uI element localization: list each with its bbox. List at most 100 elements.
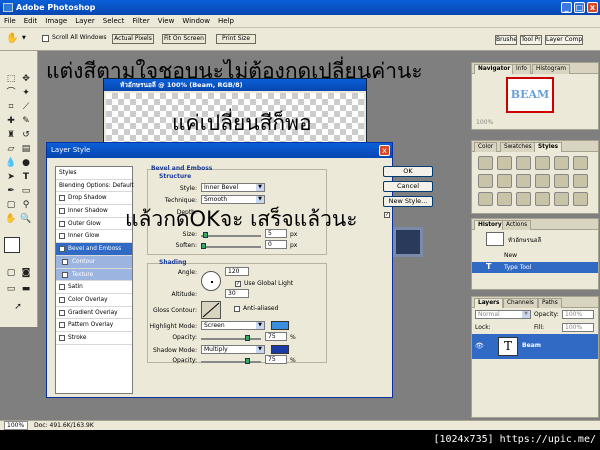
style-swatch[interactable] (535, 192, 550, 206)
checkbox[interactable] (59, 233, 65, 240)
soften-slider[interactable] (201, 243, 261, 249)
navigator-thumbnail[interactable]: BEAM (506, 77, 554, 113)
style-item-bevel-emboss[interactable]: ✓ Bevel and Emboss (56, 243, 132, 256)
cancel-button[interactable]: Cancel (383, 181, 433, 192)
style-swatch[interactable] (516, 156, 531, 170)
style-item-gradient-overlay[interactable]: Gradient Overlay (56, 307, 132, 320)
style-swatch[interactable] (535, 174, 550, 188)
layer-row-beam[interactable]: 👁 T Beam (472, 334, 598, 359)
quickmask-mode-icon[interactable]: ◙ (19, 267, 33, 279)
fit-on-screen-button[interactable]: Fit On Screen (162, 34, 206, 44)
style-swatch[interactable] (497, 156, 512, 170)
tab-layers[interactable]: Layers (474, 298, 504, 308)
style-item-pattern-overlay[interactable]: Pattern Overlay (56, 319, 132, 332)
scroll-all-checkbox[interactable] (42, 35, 49, 42)
highlight-color-swatch[interactable] (271, 321, 289, 330)
menu-select[interactable]: Select (99, 15, 129, 28)
menu-help[interactable]: Help (214, 15, 238, 28)
stamp-tool-icon[interactable]: ♜ (4, 129, 18, 141)
style-swatch[interactable] (516, 192, 531, 206)
dialog-close-icon[interactable]: x (379, 145, 390, 156)
close-button[interactable]: x (587, 2, 598, 13)
style-item-outer-glow[interactable]: Outer Glow (56, 218, 132, 231)
marquee-tool-icon[interactable]: ⬚ (4, 73, 18, 85)
style-swatch[interactable] (573, 192, 588, 206)
global-light-checkbox[interactable]: ✓ (235, 281, 241, 287)
gloss-contour-preview[interactable] (201, 301, 221, 319)
slider-knob[interactable] (245, 358, 250, 364)
brush-tool-icon[interactable]: ✎ (19, 115, 33, 127)
move-tool-icon[interactable]: ✥ (19, 73, 33, 85)
fullscreen-mode-icon[interactable]: ▬ (19, 283, 33, 295)
preview-checkbox[interactable]: ✓ (384, 212, 390, 218)
path-select-icon[interactable]: ➤ (4, 171, 18, 183)
history-snapshot[interactable]: หัวอักษรนอลี (508, 235, 541, 245)
zoom-icon[interactable]: 🔍 (19, 213, 33, 225)
dodge-tool-icon[interactable]: ● (19, 157, 33, 169)
status-zoom[interactable]: 100% (4, 421, 28, 430)
eye-icon[interactable]: 👁 (475, 342, 484, 350)
slider-knob[interactable] (201, 243, 206, 249)
history-brush-icon[interactable]: ↺ (19, 129, 33, 141)
minimize-button[interactable]: _ (561, 2, 572, 13)
shadow-opacity-slider[interactable] (201, 358, 261, 364)
style-swatch[interactable] (554, 174, 569, 188)
tab-channels[interactable]: Channels (503, 298, 538, 308)
shadow-mode-select[interactable]: Multiply ▼ (201, 345, 265, 354)
style-swatch[interactable] (554, 156, 569, 170)
style-item-color-overlay[interactable]: Color Overlay (56, 294, 132, 307)
screen-mode-icon[interactable]: ▭ (4, 283, 18, 295)
tab-actions[interactable]: Actions (502, 220, 532, 230)
new-style-button[interactable]: New Style... (383, 196, 433, 207)
style-item-texture[interactable]: Texture (56, 268, 132, 282)
altitude-input[interactable]: 30 (225, 289, 249, 298)
checkbox-checked[interactable]: ✓ (59, 246, 65, 253)
style-swatch[interactable] (516, 174, 531, 188)
style-swatch[interactable] (478, 192, 493, 206)
highlight-opacity-slider[interactable] (201, 335, 261, 341)
style-swatch[interactable] (554, 192, 569, 206)
tab-history[interactable]: History (474, 220, 506, 230)
angle-input[interactable]: 120 (225, 267, 249, 276)
actual-pixels-button[interactable]: Actual Pixels (112, 34, 154, 44)
navigator-zoom[interactable]: 100% (476, 119, 493, 126)
checkbox[interactable] (59, 309, 65, 316)
history-item-new[interactable]: New (504, 252, 517, 259)
style-swatch[interactable] (535, 156, 550, 170)
tool-dropdown-icon[interactable]: ▼ (22, 35, 26, 41)
checkbox[interactable] (62, 258, 68, 265)
style-item-satin[interactable]: Satin (56, 281, 132, 294)
maximize-button[interactable]: □ (574, 2, 585, 13)
checkbox[interactable] (59, 220, 65, 227)
style-item-stroke[interactable]: Stroke (56, 332, 132, 345)
style-item-inner-glow[interactable]: Inner Glow (56, 230, 132, 244)
pen-tool-icon[interactable]: ✒ (4, 185, 18, 197)
tab-brushes[interactable]: Brushes (495, 35, 517, 45)
highlight-mode-select[interactable]: Screen ▼ (201, 321, 265, 330)
checkbox[interactable] (62, 271, 68, 278)
tab-color[interactable]: Color (474, 142, 498, 152)
blend-mode-select[interactable]: Normal ▼ (475, 310, 531, 319)
menu-layer[interactable]: Layer (71, 15, 99, 28)
notes-tool-icon[interactable]: ▢ (4, 199, 18, 211)
menu-view[interactable]: View (154, 15, 179, 28)
history-item-selected[interactable]: T Type Tool (472, 262, 598, 273)
menu-window[interactable]: Window (178, 15, 214, 28)
lasso-tool-icon[interactable]: ⌒ (4, 87, 18, 99)
style-item-inner-shadow[interactable]: Inner Shadow (56, 205, 132, 218)
tab-navigator[interactable]: Navigator (474, 64, 515, 74)
eraser-tool-icon[interactable]: ▱ (4, 143, 18, 155)
tab-info[interactable]: Info (512, 64, 531, 74)
blur-tool-icon[interactable]: 💧 (4, 157, 18, 169)
print-size-button[interactable]: Print Size (216, 34, 256, 44)
menu-edit[interactable]: Edit (20, 15, 42, 28)
styles-header[interactable]: Styles (56, 167, 132, 180)
tab-tool-presets[interactable]: Tool Pr (520, 35, 542, 45)
tab-paths[interactable]: Paths (538, 298, 562, 308)
tab-histogram[interactable]: Histogram (532, 64, 571, 74)
slider-knob[interactable] (245, 335, 250, 341)
style-swatch[interactable] (478, 156, 493, 170)
type-tool-icon[interactable]: T (19, 171, 33, 183)
style-swatch[interactable] (573, 156, 588, 170)
shape-tool-icon[interactable]: ▭ (19, 185, 33, 197)
